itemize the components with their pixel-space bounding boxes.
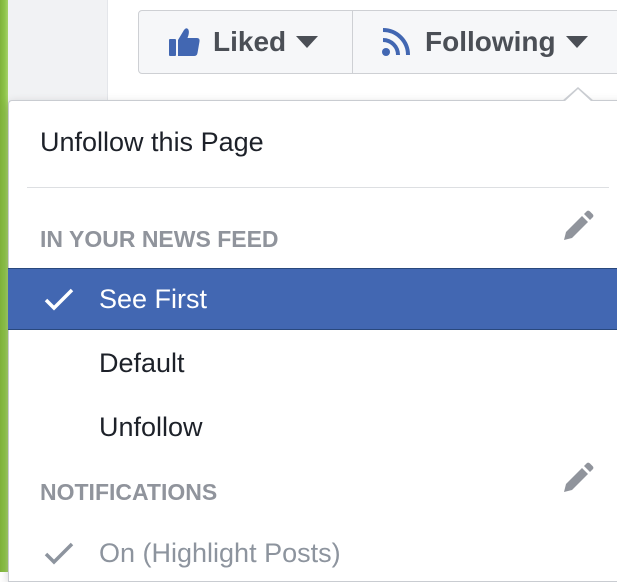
check-icon	[44, 288, 74, 317]
liked-label: Liked	[213, 26, 287, 57]
check-icon	[44, 542, 74, 571]
notifications-option-highlight-posts[interactable]: On (Highlight Posts)	[99, 538, 341, 569]
chevron-down-icon	[565, 35, 588, 49]
news-feed-header: IN YOUR NEWS FEED	[40, 226, 279, 252]
news-feed-option-default[interactable]: Default	[99, 348, 185, 379]
notifications-header: NOTIFICATIONS	[40, 479, 218, 505]
liked-button[interactable]: Liked	[138, 10, 354, 74]
pencil-icon[interactable]	[560, 462, 594, 496]
news-feed-option-unfollow[interactable]: Unfollow	[99, 412, 203, 443]
see-first-label: See First	[99, 284, 208, 314]
unfollow-page-item[interactable]: Unfollow this Page	[40, 127, 264, 158]
following-button[interactable]: Following	[352, 10, 617, 74]
rss-icon	[381, 27, 413, 57]
pencil-icon[interactable]	[560, 210, 594, 244]
following-label: Following	[425, 26, 556, 57]
chevron-down-icon	[296, 35, 319, 49]
thumbs-up-icon	[169, 27, 201, 57]
green-border	[0, 0, 8, 572]
menu-divider	[27, 187, 609, 188]
following-dropdown-menu	[8, 100, 617, 582]
dropdown-notch-inner	[564, 89, 592, 102]
